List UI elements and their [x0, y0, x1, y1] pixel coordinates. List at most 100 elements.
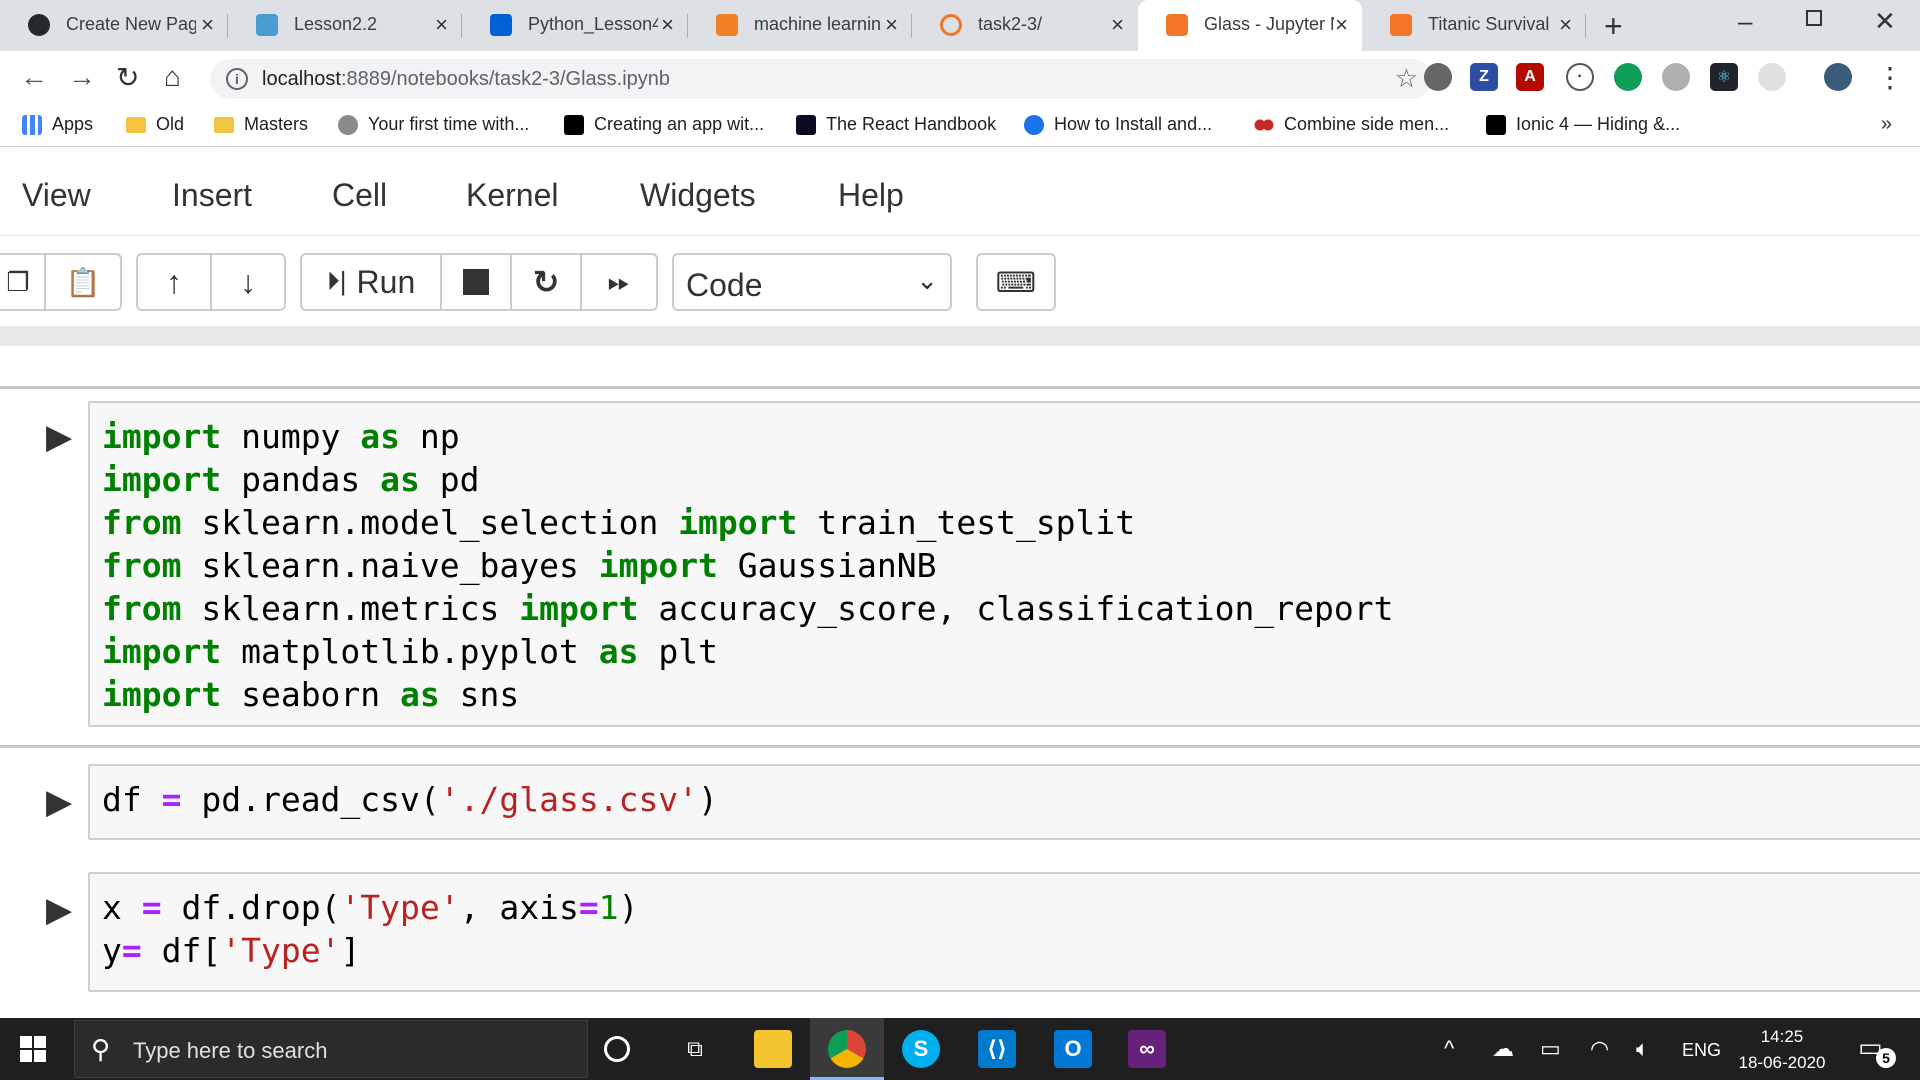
onedrive-cloud-icon[interactable]: ☁ — [1492, 1036, 1514, 1062]
interrupt-kernel-button[interactable] — [440, 253, 512, 311]
taskbar-clock[interactable]: 14:25 18-06-2020 — [1722, 1024, 1842, 1076]
bookmark-old[interactable]: Old — [126, 114, 184, 135]
extension-circle-icon[interactable] — [1424, 63, 1452, 91]
cortana-icon[interactable] — [604, 1036, 630, 1062]
bookmark-label: Ionic 4 — Hiding &... — [1516, 114, 1681, 134]
reload-icon[interactable]: ↻ — [116, 61, 139, 94]
tab-machine-learning[interactable]: machine learnin × — [688, 0, 912, 51]
show-hidden-icons-chevron-icon[interactable]: ^ — [1444, 1036, 1454, 1062]
jupyter-notebook-icon — [1390, 14, 1412, 36]
profile-avatar-icon[interactable] — [1824, 63, 1852, 91]
code-editor[interactable]: df = pd.read_csv('./glass.csv') — [90, 766, 1920, 821]
tab-lesson[interactable]: Lesson2.2 × — [228, 0, 462, 51]
close-icon[interactable]: × — [201, 12, 214, 38]
cell-input[interactable]: import numpy as np import pandas as pd fro… — [88, 401, 1920, 727]
tab-create-new-page[interactable]: Create New Pag × — [0, 0, 228, 51]
move-cell-up-button[interactable]: ↑ — [136, 253, 212, 311]
move-cell-down-button[interactable]: ↓ — [210, 253, 286, 311]
close-icon[interactable]: × — [435, 12, 448, 38]
browser-menu-icon[interactable]: ⋮ — [1876, 61, 1904, 94]
restore-icon[interactable] — [1806, 10, 1822, 26]
bookmark-masters[interactable]: Masters — [214, 114, 308, 135]
react-devtools-icon[interactable]: ⚛ — [1710, 63, 1738, 91]
taskbar-search-box[interactable]: ⚲ Type here to search — [74, 1020, 588, 1078]
home-icon[interactable]: ⌂ — [164, 61, 181, 93]
copy-cell-button[interactable]: ❐ — [0, 253, 46, 311]
back-arrow-icon[interactable]: ← — [20, 61, 48, 93]
wifi-icon[interactable]: ◠ — [1590, 1036, 1609, 1062]
menu-insert[interactable]: Insert — [172, 177, 252, 214]
restart-kernel-button[interactable]: ↻ — [510, 253, 582, 311]
visual-studio-icon[interactable]: ∞ — [1128, 1030, 1166, 1068]
menu-cell[interactable]: Cell — [332, 177, 387, 214]
action-center-icon[interactable]: ▭ 5 — [1858, 1032, 1896, 1068]
close-icon[interactable]: × — [1111, 12, 1124, 38]
menu-widgets[interactable]: Widgets — [640, 177, 756, 214]
vscode-icon[interactable]: ⟨⟩ — [978, 1030, 1016, 1068]
close-icon[interactable]: × — [1335, 12, 1348, 38]
menu-kernel[interactable]: Kernel — [466, 177, 559, 214]
tab-glass-jupyter[interactable]: Glass - Jupyter N × — [1138, 0, 1362, 51]
code-token: from — [102, 503, 182, 542]
bookmark-creating-app[interactable]: Creating an app wit... — [564, 114, 764, 135]
code-editor[interactable]: import numpy as np import pandas as pd fro… — [90, 403, 1920, 716]
new-tab-plus-icon[interactable]: + — [1604, 8, 1623, 45]
paste-cell-button[interactable]: 📋 — [44, 253, 122, 311]
run-cell-icon[interactable]: ▶︎ — [46, 782, 72, 822]
menu-view[interactable]: View — [22, 177, 91, 214]
address-bar[interactable]: i localhost:8889/notebooks/task2-3/Glass… — [210, 59, 1432, 99]
volume-icon[interactable]: 🔈︎ — [1636, 1036, 1649, 1062]
code-token: import — [598, 546, 718, 585]
run-cell-icon[interactable]: ▶︎ — [46, 417, 72, 457]
code-cell[interactable]: ▶︎ x = df.drop('Type', axis=1) y= df['Typ… — [0, 860, 1920, 992]
command-palette-button[interactable]: ⌨ — [976, 253, 1056, 311]
code-cell[interactable]: ▶︎ df = pd.read_csv('./glass.csv') — [0, 752, 1920, 842]
cell-type-select[interactable]: Code ⌄ — [672, 253, 952, 311]
stop-icon — [463, 269, 489, 295]
run-cell-icon[interactable]: ▶︎ — [46, 890, 72, 930]
cell-input[interactable]: x = df.drop('Type', axis=1) y= df['Type'] — [88, 872, 1920, 992]
run-button[interactable]: ⏵︎| Run — [300, 253, 442, 311]
minimize-icon[interactable]: – — [1738, 6, 1752, 37]
bookmark-star-icon[interactable]: ☆ — [1395, 63, 1418, 94]
gray-extension-icon[interactable] — [1758, 63, 1786, 91]
cell-input[interactable]: df = pd.read_csv('./glass.csv') — [88, 764, 1920, 840]
tab-titanic-survival[interactable]: Titanic Survival × — [1362, 0, 1586, 51]
zotero-icon[interactable]: Z — [1470, 63, 1498, 91]
skype-icon[interactable]: S — [902, 1030, 940, 1068]
close-icon[interactable]: × — [1559, 12, 1572, 38]
tab-python-lesson[interactable]: Python_Lesson4 × — [462, 0, 688, 51]
bookmark-how-to-install[interactable]: How to Install and... — [1024, 114, 1212, 135]
tab-task2-3[interactable]: task2-3/ × — [912, 0, 1138, 51]
chrome-icon[interactable] — [828, 1030, 866, 1068]
close-icon[interactable]: × — [885, 12, 898, 38]
restart-run-all-button[interactable]: ⏩︎ — [580, 253, 658, 311]
bookmark-react-handbook[interactable]: The React Handbook — [796, 114, 996, 135]
language-indicator[interactable]: ENG — [1682, 1040, 1721, 1061]
code-editor[interactable]: x = df.drop('Type', axis=1) y= df['Type'] — [90, 874, 1920, 972]
battery-icon[interactable]: ▭ — [1540, 1036, 1561, 1062]
url-text[interactable]: localhost:8889/notebooks/task2-3/Glass.i… — [262, 68, 670, 91]
code-token: x — [102, 888, 142, 927]
clock-time: 14:25 — [1760, 1027, 1804, 1046]
task-view-icon[interactable]: ⧉ — [676, 1030, 714, 1068]
bookmark-apps[interactable]: Apps — [22, 114, 93, 135]
outlook-icon[interactable]: O — [1054, 1030, 1092, 1068]
forward-arrow-icon[interactable]: → — [68, 61, 96, 93]
menu-help[interactable]: Help — [838, 177, 904, 214]
file-explorer-icon[interactable] — [754, 1030, 792, 1068]
bookmark-ionic[interactable]: Ionic 4 — Hiding &... — [1486, 114, 1680, 135]
bookmark-combine-side[interactable]: Combine side men... — [1254, 114, 1449, 135]
window-close-icon[interactable]: ✕ — [1874, 6, 1896, 37]
more-bookmarks-chevron-icon[interactable]: » — [1881, 113, 1892, 136]
pdf-icon[interactable]: A — [1516, 63, 1544, 91]
red-dots-icon — [1254, 114, 1274, 135]
green-dot-icon[interactable] — [1614, 63, 1642, 91]
info-icon[interactable]: i — [226, 68, 248, 90]
code-cell[interactable]: ▶︎ import numpy as np import pandas as pd… — [0, 386, 1920, 748]
code-extension-icon[interactable]: · — [1566, 63, 1594, 91]
globe-extension-icon[interactable] — [1662, 63, 1690, 91]
windows-start-icon[interactable] — [20, 1036, 46, 1062]
bookmark-your-first-time[interactable]: Your first time with... — [338, 114, 529, 135]
close-icon[interactable]: × — [661, 12, 674, 38]
